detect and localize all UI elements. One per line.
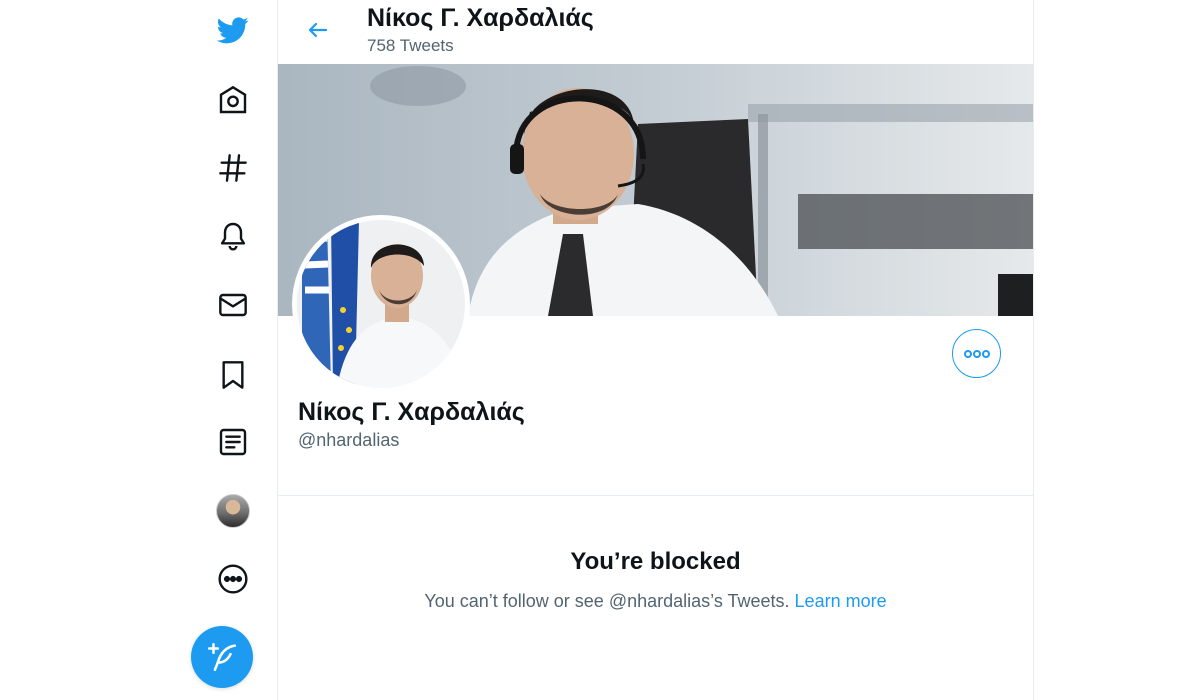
back-button[interactable] xyxy=(300,12,336,48)
profile-handle: @nhardalias xyxy=(298,430,400,450)
messages-envelope-icon xyxy=(219,293,247,317)
profile-avatar[interactable] xyxy=(292,215,470,393)
twitter-logo-icon xyxy=(217,17,249,44)
nav-home[interactable] xyxy=(202,74,264,126)
header-title: Νίκος Γ. Χαρδαλιάς xyxy=(367,4,594,32)
more-horizontal-icon xyxy=(963,349,990,358)
compose-tweet-button[interactable] xyxy=(191,626,253,688)
section-divider xyxy=(278,495,1033,496)
lists-icon xyxy=(219,428,247,456)
tweet-count: 758 Tweets xyxy=(367,36,454,55)
notifications-bell-icon xyxy=(220,222,246,251)
nav-lists[interactable] xyxy=(202,416,264,468)
nav-profile[interactable] xyxy=(202,485,264,537)
nav-bookmarks[interactable] xyxy=(202,349,264,401)
nav-more[interactable] xyxy=(202,553,264,605)
nav-explore[interactable] xyxy=(202,142,264,194)
profile-name: Νίκος Γ. Χαρδαλιάς xyxy=(298,398,525,426)
blocked-title: You’re blocked xyxy=(570,548,741,575)
nav-notifications[interactable] xyxy=(202,210,264,262)
bookmarks-icon xyxy=(222,361,244,389)
compose-tweet-icon xyxy=(207,642,237,672)
back-arrow-icon xyxy=(308,22,328,38)
nav-rail xyxy=(190,0,278,700)
twitter-logo-button[interactable] xyxy=(202,4,264,56)
profile-more-button[interactable] xyxy=(952,329,1001,378)
learn-more-link[interactable]: Learn more xyxy=(795,591,887,611)
blocked-message-text: You can’t follow or see @nhardalias’s Tw… xyxy=(424,591,790,611)
blocked-message: You can’t follow or see @nhardalias’s Tw… xyxy=(278,591,1033,612)
profile-photo xyxy=(297,220,465,388)
explore-hashtag-icon xyxy=(219,154,247,182)
profile-avatar-icon xyxy=(216,494,250,528)
profile-column: Νίκος Γ. Χαρδαλιάς 758 Tweets Νίκος Γ. Χ… xyxy=(278,0,1034,700)
nav-messages[interactable] xyxy=(202,279,264,331)
home-icon xyxy=(219,85,247,114)
profile-header: Νίκος Γ. Χαρδαλιάς 758 Tweets xyxy=(278,0,1033,64)
more-options-icon xyxy=(218,564,248,594)
